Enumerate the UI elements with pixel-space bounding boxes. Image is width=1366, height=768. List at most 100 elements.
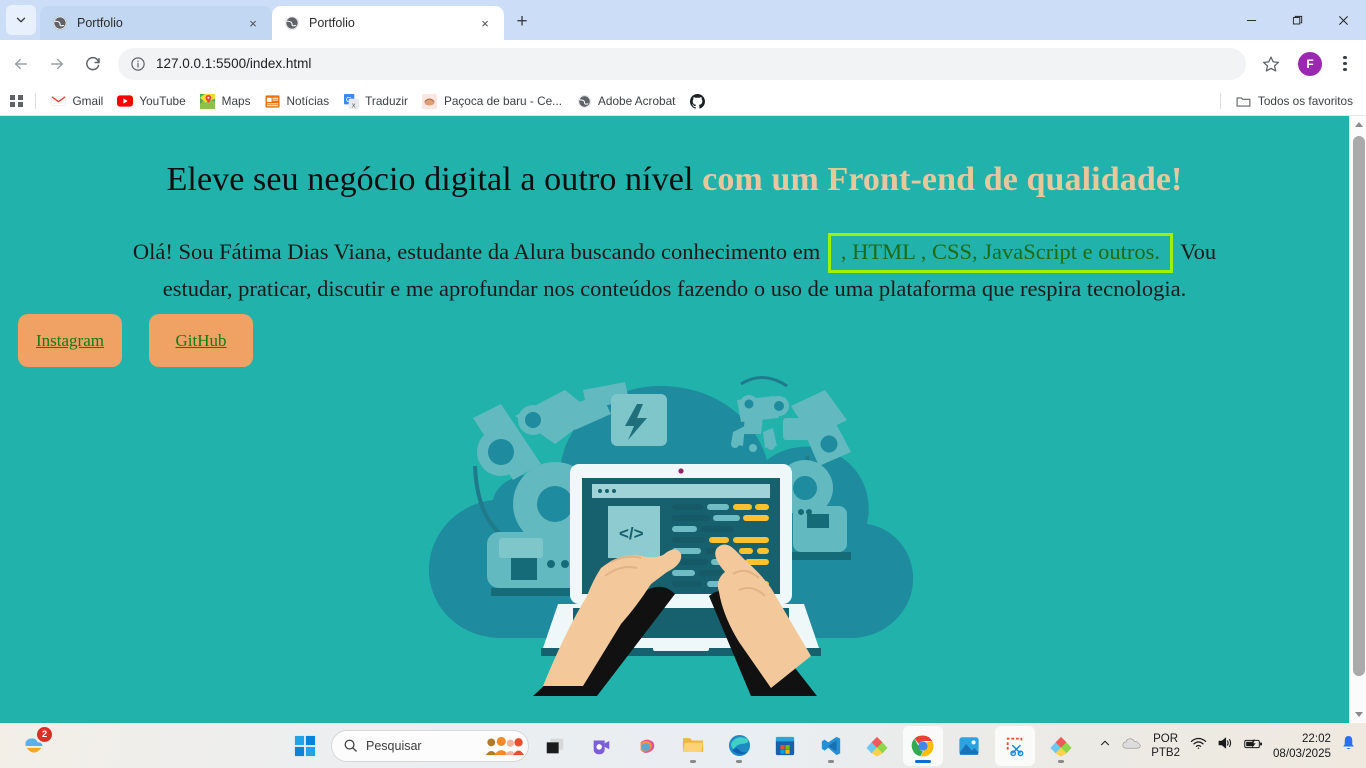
photos-button[interactable] [949, 726, 989, 766]
vscode-icon [821, 736, 841, 755]
bookmarks-bar: Gmail YouTube Maps Notícias x Traduzir P… [0, 87, 1366, 116]
address-bar[interactable]: 127.0.0.1:5500/index.html [118, 47, 1246, 80]
bookmark-gmail[interactable]: Gmail [44, 90, 111, 112]
scroll-down-button[interactable] [1350, 706, 1366, 723]
close-button[interactable] [1320, 0, 1366, 40]
search-icon [344, 739, 357, 752]
teams-icon [593, 740, 610, 754]
back-button[interactable] [4, 47, 38, 81]
tab-search-button[interactable] [6, 5, 36, 35]
generic-site-icon [422, 93, 438, 109]
tab-strip: Portfolio × Portfolio × + [0, 0, 1366, 40]
wifi-button[interactable] [1190, 737, 1207, 755]
news-icon [265, 93, 281, 109]
office-button[interactable] [857, 726, 897, 766]
taskbar-clock[interactable]: 22:02 08/03/2025 [1273, 731, 1331, 761]
tab-portfolio-1[interactable]: Portfolio × [40, 6, 272, 40]
browser-toolbar: 127.0.0.1:5500/index.html F [0, 40, 1366, 87]
bookmark-pacoca[interactable]: Paçoca de baru - Ce... [415, 90, 569, 112]
photos-icon [959, 736, 979, 755]
minimize-button[interactable] [1228, 0, 1274, 40]
bookmark-star-button[interactable] [1256, 49, 1286, 79]
chevron-up-icon [1101, 740, 1110, 746]
battery-button[interactable] [1244, 737, 1263, 755]
start-button[interactable] [285, 726, 325, 766]
instagram-button[interactable]: Instagram [18, 314, 122, 367]
github-link-label[interactable]: GitHub [176, 331, 227, 351]
vscode-button[interactable] [811, 726, 851, 766]
wifi-icon [1190, 737, 1207, 749]
grid-cell [17, 102, 23, 108]
chrome-button[interactable] [903, 725, 943, 766]
page-scrollbar[interactable] [1349, 116, 1366, 723]
triangle-up-icon [1354, 122, 1363, 127]
snipping-tool-button[interactable] [995, 725, 1035, 766]
apps-grid-icon[interactable] [10, 94, 23, 108]
windows-taskbar: 2 Pesquisar POR PTB2 22:02 08/03/2025 [0, 723, 1366, 768]
taskview-button[interactable] [535, 726, 575, 766]
bookmark-youtube[interactable]: YouTube [110, 90, 192, 112]
bookmark-github[interactable] [682, 90, 718, 112]
chrome-menu-button[interactable] [1332, 49, 1358, 79]
close-icon [1338, 15, 1348, 25]
language-line-2: PTB2 [1151, 746, 1180, 759]
reload-icon [86, 56, 100, 70]
profile-avatar[interactable]: F [1298, 51, 1322, 76]
onedrive-button[interactable] [1122, 737, 1141, 755]
divider [1219, 93, 1221, 109]
translate-icon: G x [343, 93, 359, 109]
running-indicator [736, 759, 742, 763]
all-bookmarks-button[interactable]: Todos os favoritos [1229, 90, 1360, 112]
arrow-left-icon [15, 58, 27, 69]
grid-cell [10, 102, 15, 108]
notifications-button[interactable] [1341, 735, 1356, 757]
scroll-up-button[interactable] [1350, 116, 1366, 133]
acrobat-icon [576, 93, 592, 109]
file-explorer-button[interactable] [673, 726, 713, 766]
microsoft-store-button[interactable] [765, 726, 805, 766]
edge-button[interactable] [719, 726, 759, 766]
skills-highlight: , HTML , CSS, JavaScript e outros. [827, 232, 1174, 273]
cloud-icon [1122, 737, 1141, 749]
taskbar-center-group: Pesquisar [285, 725, 1081, 766]
bookmark-maps[interactable]: Maps [193, 90, 258, 112]
reload-button[interactable] [76, 47, 110, 81]
tray-overflow-button[interactable] [1098, 736, 1112, 755]
clock-date: 08/03/2025 [1272, 746, 1331, 760]
page-viewport: Eleve seu negócio digital a outro nível … [0, 116, 1366, 723]
maps-icon [200, 93, 216, 109]
taskbar-search[interactable]: Pesquisar [331, 729, 529, 762]
copilot-button[interactable] [627, 726, 667, 766]
tab-portfolio-2[interactable]: Portfolio × [272, 6, 504, 40]
office-2-button[interactable] [1041, 726, 1081, 766]
dot [1343, 67, 1347, 71]
weather-widget[interactable]: 2 [14, 726, 54, 766]
minimize-icon [1246, 19, 1256, 21]
hero-illustration: </> [428, 376, 913, 696]
microsoft-store-icon [775, 736, 795, 755]
dot [1343, 61, 1347, 66]
github-button[interactable]: GitHub [149, 314, 253, 367]
language-indicator[interactable]: POR PTB2 [1151, 732, 1180, 760]
new-tab-button[interactable]: + [508, 8, 536, 36]
tab-close-button[interactable]: × [244, 14, 262, 32]
bookmark-noticias[interactable]: Notícias [258, 90, 337, 112]
search-placeholder: Pesquisar [366, 738, 422, 753]
headline-accent: com um Front-end de qualidade! [702, 161, 1183, 198]
address-bar-text: 127.0.0.1:5500/index.html [156, 56, 312, 71]
office-2-icon [1050, 736, 1072, 757]
site-info-icon[interactable] [130, 56, 146, 72]
tab-close-button[interactable]: × [476, 14, 494, 32]
instagram-link-label[interactable]: Instagram [36, 331, 104, 351]
maximize-button[interactable] [1274, 0, 1320, 40]
forward-button[interactable] [40, 47, 74, 81]
bookmark-adobe-acrobat[interactable]: Adobe Acrobat [569, 90, 682, 112]
volume-button[interactable] [1217, 736, 1234, 755]
bookmark-label: Traduzir [365, 94, 408, 108]
portfolio-page: Eleve seu negócio digital a outro nível … [0, 116, 1349, 723]
running-indicator [828, 759, 834, 763]
scrollbar-thumb[interactable] [1352, 136, 1365, 676]
bookmark-label: Gmail [72, 94, 104, 108]
bookmark-traduzir[interactable]: G x Traduzir [336, 90, 415, 112]
teams-button[interactable] [581, 726, 621, 766]
